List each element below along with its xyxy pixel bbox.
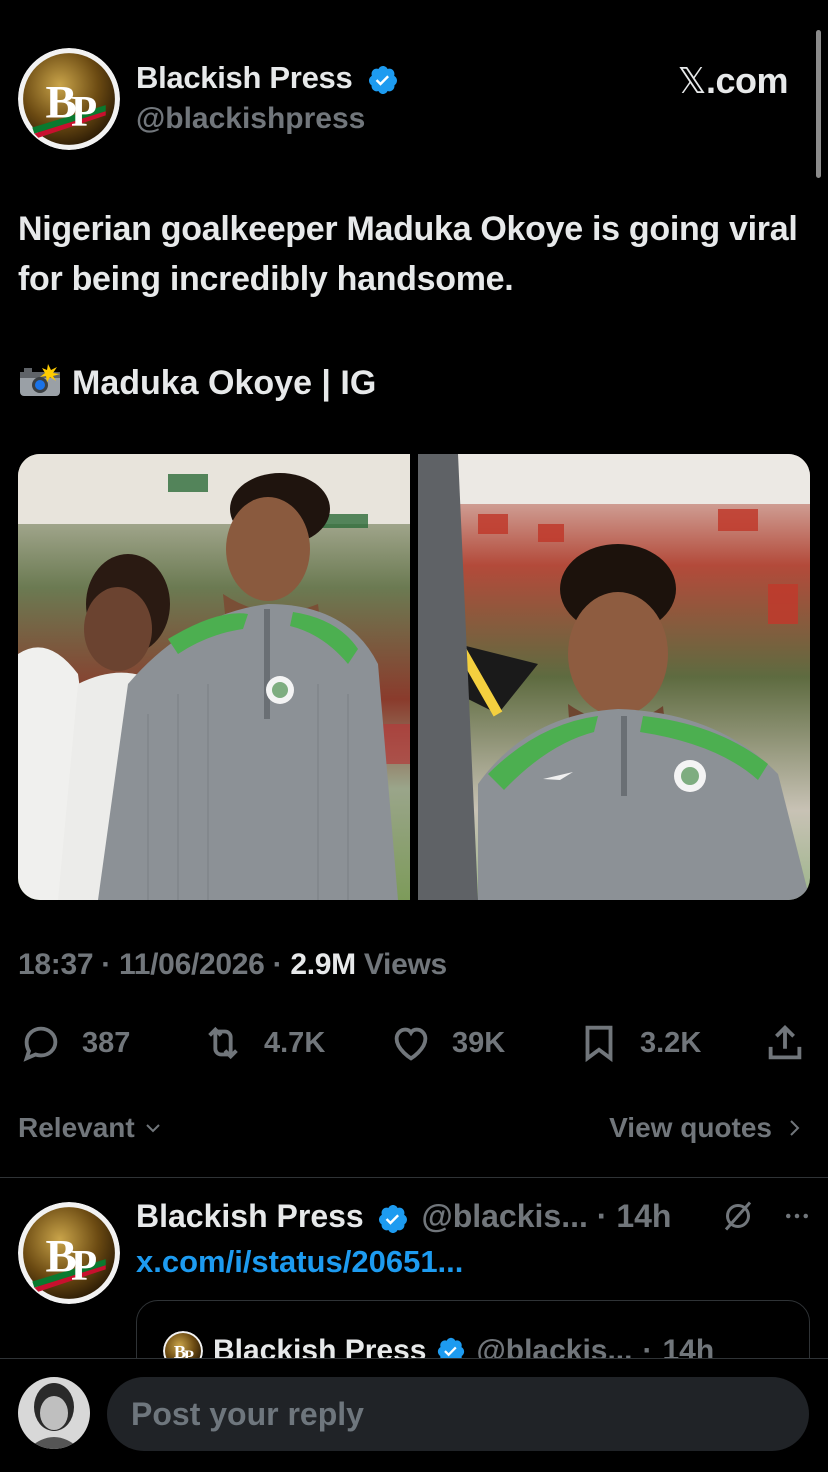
reply-author-row[interactable]: Blackish Press @blackis... · 14h [136,1198,671,1235]
repost-count: 4.7K [264,1026,326,1059]
reply-age[interactable]: 14h [616,1198,671,1234]
reply-author-avatar[interactable]: B P [18,1202,120,1304]
post-text: Nigerian goalkeeper Maduka Okoye is goin… [18,210,798,298]
reply-author-name[interactable]: Blackish Press [136,1198,364,1234]
user-avatar[interactable] [18,1377,90,1449]
views-count[interactable]: 2.9M [290,948,356,981]
reply-separator: · [596,1198,608,1234]
x-logo-icon: 𝕏 [677,61,706,102]
bookmark-count: 3.2K [640,1026,702,1059]
reply-author-handle[interactable]: @blackis... [421,1198,587,1234]
share-icon [768,1024,802,1060]
chevron-down-icon [146,1124,160,1133]
media-grid[interactable] [18,454,810,900]
sort-label: Relevant [18,1112,135,1143]
reply-link[interactable]: x.com/i/status/20651... [136,1244,463,1280]
view-quotes-label: View quotes [609,1112,772,1143]
reply-input[interactable] [107,1377,809,1451]
share-button[interactable] [762,1018,808,1068]
like-count: 39K [452,1026,506,1059]
like-icon [394,1027,428,1061]
svg-text:P: P [71,89,97,136]
repost-icon [208,1026,238,1060]
post-meta: 18:37 · 11/06/2026 · 2.9M Views [18,948,447,982]
post-date[interactable]: 11/06/2026 [119,948,265,981]
reply-icon [23,1026,58,1062]
action-bar: 387 4.7K 39K 3.2K [18,1018,810,1068]
verified-badge-icon [368,65,397,94]
post-time[interactable]: 18:37 [18,948,94,981]
divider [0,1177,828,1178]
verified-badge-icon [378,1204,407,1233]
author-handle[interactable]: @blackishpress [136,102,365,136]
reply-composer [0,1358,828,1472]
chevron-right-icon [790,1120,800,1136]
like-button[interactable]: 39K [388,1018,505,1068]
reply-count: 387 [82,1026,131,1059]
meta-separator: · [101,948,111,981]
author-avatar[interactable]: B P [18,48,120,150]
more-icon[interactable] [782,1201,812,1231]
photo-left[interactable] [18,454,410,900]
author-name-row[interactable]: Blackish Press [136,60,399,96]
bookmark-icon [585,1025,613,1063]
views-label: Views [363,948,447,981]
site-brand-suffix: .com [705,60,789,101]
grok-icon[interactable] [720,1198,756,1234]
photo-credit-text: Maduka Okoye | IG [72,364,377,402]
photo-credit: Maduka Okoye | IG [18,358,376,408]
author-name[interactable]: Blackish Press [136,60,353,95]
photo-right[interactable] [418,454,810,900]
sort-dropdown[interactable]: Relevant [18,1112,165,1144]
reply-toolbar [720,1198,812,1234]
svg-text:P: P [71,1243,97,1290]
view-quotes-link[interactable]: View quotes [609,1112,804,1144]
repost-button[interactable]: 4.7K [200,1018,325,1068]
scrollbar[interactable] [816,30,821,178]
camera-flash-icon [20,364,60,396]
meta-separator: · [272,948,283,981]
reply-button[interactable]: 387 [18,1018,130,1068]
site-brand: 𝕏.com [677,60,788,102]
bookmark-button[interactable]: 3.2K [576,1018,701,1068]
